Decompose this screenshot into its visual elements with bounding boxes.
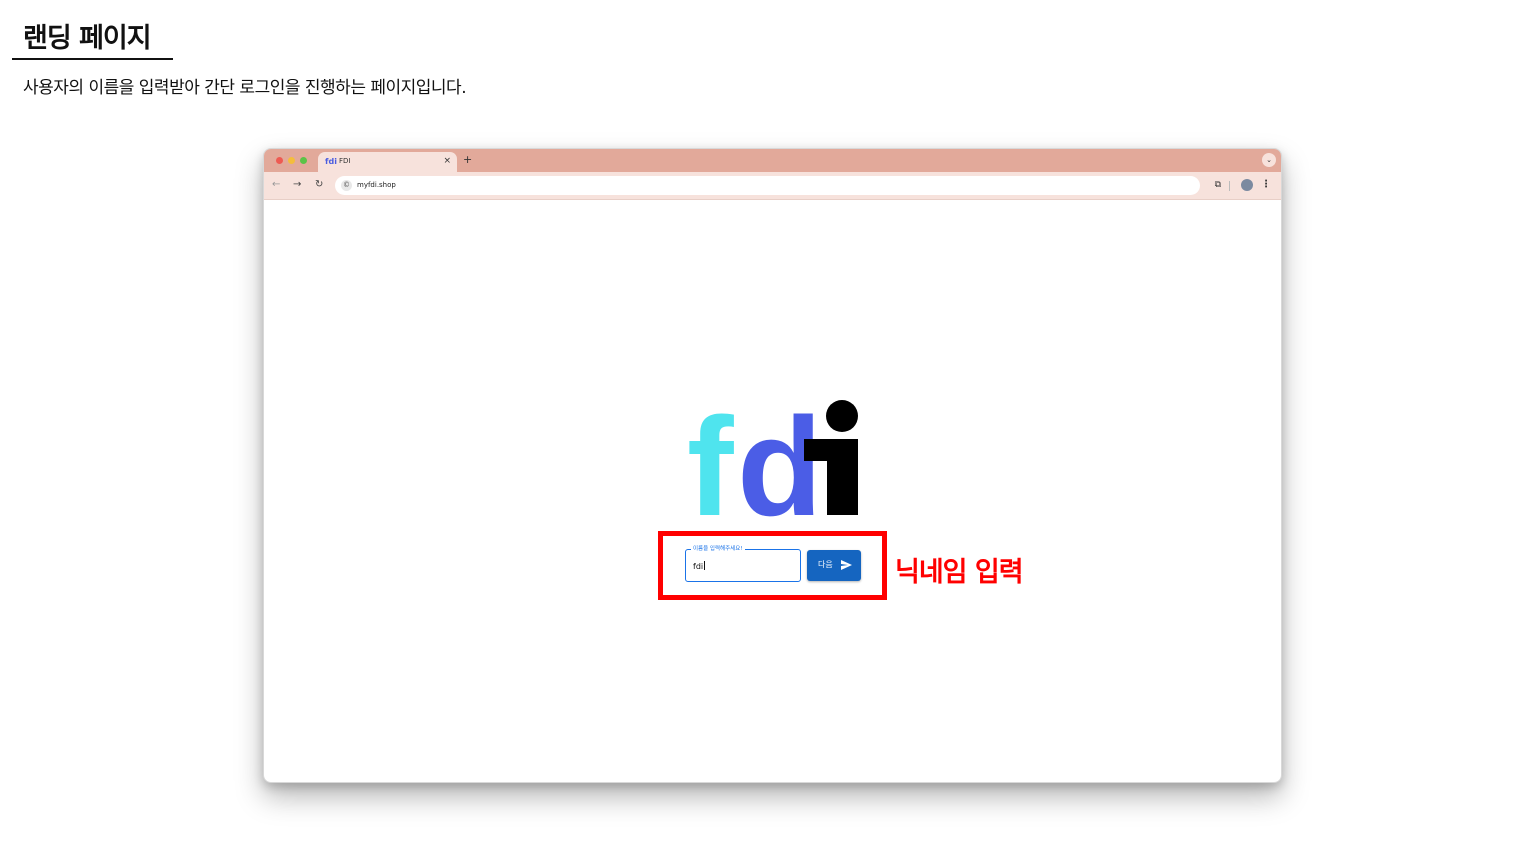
toolbar-divider [1229,181,1230,191]
back-icon[interactable]: ← [272,179,280,191]
address-bar[interactable]: © myfdi.shop [335,176,1200,195]
reload-icon[interactable]: ↻ [315,179,323,191]
site-info-icon[interactable]: © [341,180,352,191]
logo-letter-f: f [687,399,734,521]
annotation-label: 닉네임 입력 [895,557,1024,588]
extensions-icon[interactable]: ⧉ [1215,180,1221,191]
new-tab-icon[interactable]: + [463,154,472,166]
forward-icon[interactable]: → [293,179,301,191]
tab-search-icon[interactable]: ⌄ [1262,153,1276,167]
profile-avatar[interactable] [1241,179,1253,191]
tab-strip: fdi FDI × + ⌄ [264,149,1281,172]
tab-title: FDI [339,157,351,165]
tab-close-icon[interactable]: × [443,156,451,166]
browser-toolbar: ← → ↻ © myfdi.shop ⧉ ⋮ [264,172,1281,200]
close-window-button[interactable] [276,157,283,164]
fdi-logo: f d [687,399,858,521]
minimize-window-button[interactable] [288,157,295,164]
more-menu-icon[interactable]: ⋮ [1261,179,1271,191]
tab-fdi[interactable]: fdi FDI × [318,152,457,172]
logo-i-cap [804,439,834,461]
logo-i-dot [826,400,858,432]
page-description: 사용자의 이름을 입력받아 간단 로그인을 진행하는 페이지입니다. [23,78,467,98]
annotation-highlight-box [658,531,887,600]
maximize-window-button[interactable] [300,157,307,164]
url-text[interactable]: myfdi.shop [357,180,396,191]
favicon-icon: fdi [325,157,337,166]
browser-window: fdi FDI × + ⌄ ← → ↻ © myfdi.shop ⧉ ⋮ f d… [263,148,1282,783]
page-heading: 랜딩 페이지 [12,12,173,60]
page-title: 랜딩 페이지 [23,23,152,54]
